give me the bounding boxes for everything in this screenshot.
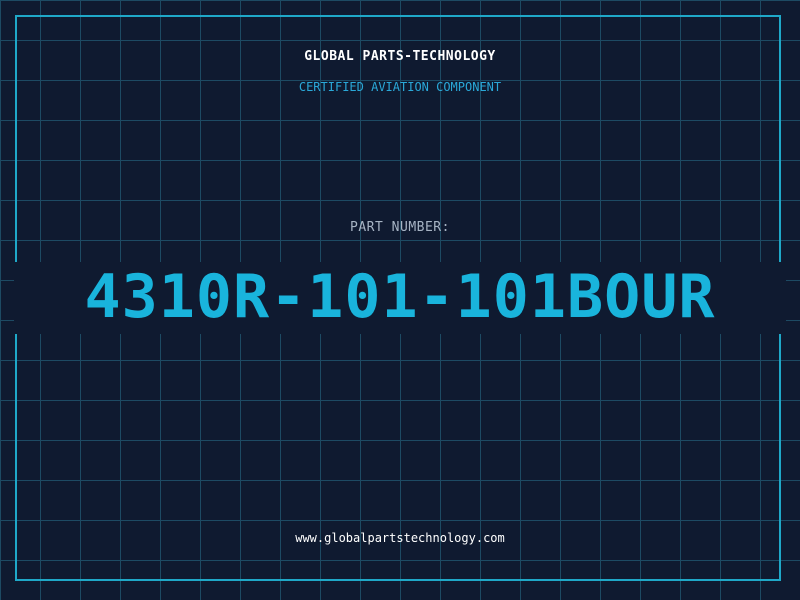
part-number-value: 4310R-101-101BOUR xyxy=(84,262,716,332)
certification-subtitle: CERTIFIED AVIATION COMPONENT xyxy=(298,80,502,94)
part-number-label: PART NUMBER: xyxy=(350,220,450,235)
website-url: www.globalpartstechnology.com xyxy=(295,531,505,545)
company-name: GLOBAL PARTS-TECHNOLOGY xyxy=(304,49,496,64)
